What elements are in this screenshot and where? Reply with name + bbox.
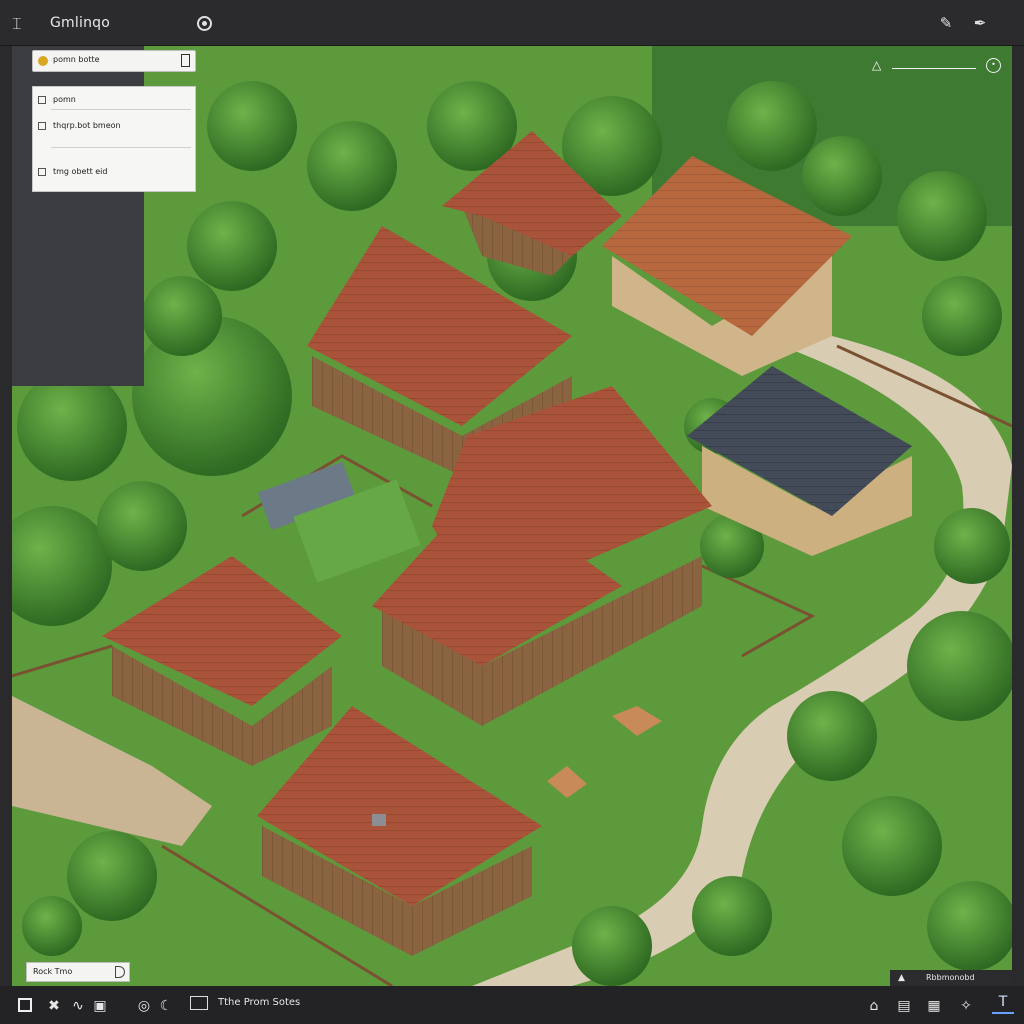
layer-row[interactable]: pomn — [38, 95, 76, 104]
panel-toggle-icon[interactable] — [181, 54, 190, 67]
layer-color-icon — [38, 56, 48, 66]
layer-row[interactable]: tmg obett eid — [38, 167, 107, 176]
top-toolbar: ⌶ Gmlinqo ✎ ✒ — [0, 0, 1024, 46]
mountain-icon[interactable]: △ — [872, 58, 881, 72]
layer-label: pomn — [53, 95, 76, 104]
layer-divider — [51, 147, 191, 148]
badge-icon — [115, 966, 125, 978]
layer-label: tmg obett eid — [53, 167, 108, 176]
save-icon[interactable]: ▤ — [894, 996, 914, 1016]
target-icon[interactable]: ◎ — [134, 996, 154, 1016]
home-icon[interactable]: ⌂ — [864, 996, 884, 1016]
layer-row[interactable]: thqrp.bot bmeon — [38, 121, 121, 130]
layer-checkbox-icon[interactable] — [38, 95, 46, 104]
layer-divider — [51, 109, 191, 110]
coordinate-readout: ▲ Rbbmonobd — [890, 970, 1012, 986]
moon-icon[interactable]: ☾ — [156, 996, 176, 1016]
layer-label: thqrp.bot bmeon — [53, 121, 121, 130]
panel-icon[interactable] — [190, 996, 208, 1010]
scene-badge[interactable]: Rock Tmo — [26, 962, 130, 982]
lasso-icon[interactable]: ∿ — [68, 996, 88, 1016]
camera-icon[interactable]: ▣ — [90, 996, 110, 1016]
bottom-toolbar: ✖ ∿ ▣ ◎ ☾ Tthe Prom Sotes ⌂ ▤ ▦ ✧ T — [0, 986, 1024, 1024]
select-icon[interactable] — [18, 998, 32, 1012]
magic-icon[interactable]: ✧ — [956, 996, 976, 1016]
layers-panel-title: pomn botte — [53, 55, 100, 64]
layer-checkbox-icon[interactable] — [38, 167, 46, 176]
zoom-track[interactable] — [892, 68, 976, 69]
zoom-knob-icon[interactable]: • — [986, 58, 1001, 73]
layers-panel-header[interactable]: pomn botte — [32, 50, 196, 72]
status-label: Tthe Prom Sotes — [218, 997, 301, 1008]
pointer-icon: ▲ — [898, 973, 905, 983]
layers-panel: pomn thqrp.bot bmeon tmg obett eid — [32, 86, 196, 192]
text-icon[interactable]: T — [992, 994, 1014, 1014]
pen-icon[interactable]: ✒ — [970, 13, 990, 33]
layers-icon[interactable]: ▦ — [924, 996, 944, 1016]
view-zoom-control[interactable]: △ • — [870, 58, 1008, 76]
transform-icon[interactable]: ✖ — [44, 996, 64, 1016]
brush-icon[interactable]: ✎ — [936, 13, 956, 33]
coordinate-value: Rbbmonobd — [926, 973, 975, 982]
grid-icon[interactable]: ⌶ — [12, 14, 32, 34]
scene-badge-label: Rock Tmo — [33, 967, 73, 976]
app-title: Gmlinqo — [50, 15, 110, 31]
info-icon[interactable] — [197, 16, 212, 31]
layer-checkbox-icon[interactable] — [38, 121, 46, 130]
